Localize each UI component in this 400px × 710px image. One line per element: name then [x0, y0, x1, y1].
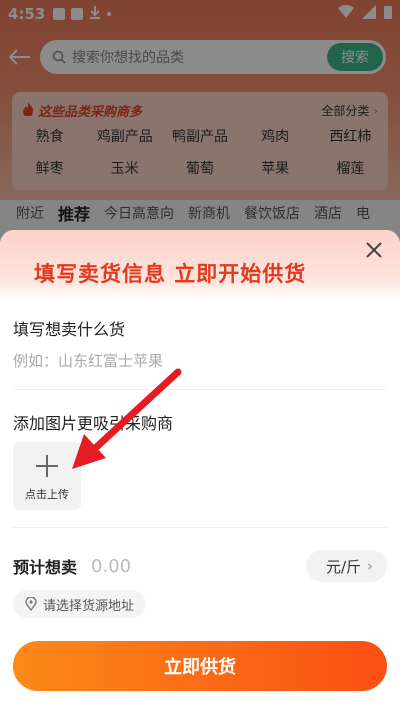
address-label: 请选择货源地址 [43, 598, 135, 614]
divider [13, 527, 387, 528]
supply-form-sheet: 填写卖货信息 立即开始供货 填写想卖什么货 例如：山东红富士苹果 添加图片更吸引… [0, 230, 400, 710]
unit-selector[interactable]: 元/斤 › [305, 550, 387, 582]
close-button[interactable] [362, 238, 386, 262]
price-label: 预计想卖 [13, 558, 78, 577]
plus-icon [36, 455, 58, 477]
unit-label: 元/斤 [325, 557, 361, 576]
location-pin-icon [25, 597, 37, 611]
close-icon [366, 242, 382, 258]
upload-label: 点击上传 [25, 488, 69, 501]
upload-button[interactable]: 点击上传 [13, 442, 81, 510]
divider [13, 389, 387, 390]
image-title: 添加图片更吸引采购商 [13, 414, 174, 433]
sheet-title: 填写卖货信息 立即开始供货 [34, 262, 307, 286]
price-input[interactable]: 0.00 [91, 556, 131, 577]
address-selector[interactable]: 请选择货源地址 [13, 590, 147, 618]
sell-input[interactable]: 例如：山东红富士苹果 [13, 350, 163, 371]
submit-button[interactable]: 立即供货 [13, 641, 387, 691]
chevron-right-icon: › [367, 557, 373, 575]
sell-title: 填写想卖什么货 [13, 320, 126, 339]
